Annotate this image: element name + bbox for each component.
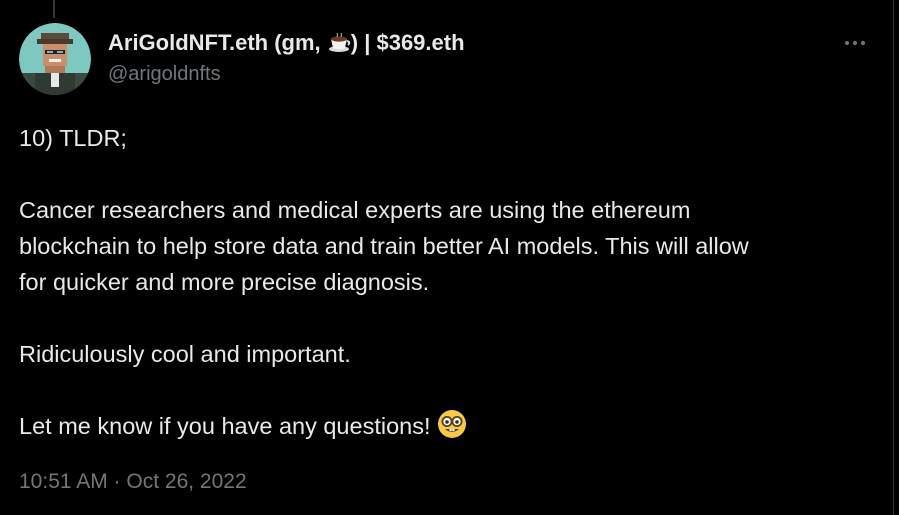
author-handle[interactable]: @arigoldnfts [108,60,465,88]
tweet-header: AriGoldNFT.eth (gm, ) | $369.eth @arigol… [108,28,465,88]
thread-connector-line [53,0,55,18]
author-display-name[interactable]: AriGoldNFT.eth (gm, ) | $369.eth [108,28,465,58]
nerd-face-icon [437,410,466,438]
dot [861,41,865,45]
display-name-text-2: ) | $369.eth [350,30,465,55]
tweet-timestamp[interactable]: 10:51 AM · Oct 26, 2022 [19,467,247,497]
dot [853,41,857,45]
more-options-icon[interactable] [838,30,872,56]
tweet-heading: 10) TLDR; [19,125,127,151]
tweet-paragraph-with-emoji: Let me know if you have any questions! [19,408,869,444]
dot [845,41,849,45]
tweet-paragraph-line: blockchain to help store data and train … [19,233,749,259]
tweet-paragraph-text: Let me know if you have any questions! [19,413,431,439]
tweet-paragraph-line: Cancer researchers and medical experts a… [19,197,691,223]
pixel-avatar-icon [19,23,91,95]
tweet-text: 10) TLDR; Cancer researchers and medical… [19,120,869,444]
avatar[interactable] [19,23,91,95]
display-name-text-1: AriGoldNFT.eth (gm, [108,30,327,55]
tweet-paragraph: Ridiculously cool and important. [19,341,351,367]
tweet-paragraph-line: for quicker and more precise diagnosis. [19,269,430,295]
coffee-cup-icon [328,32,351,52]
column-border [893,0,894,515]
